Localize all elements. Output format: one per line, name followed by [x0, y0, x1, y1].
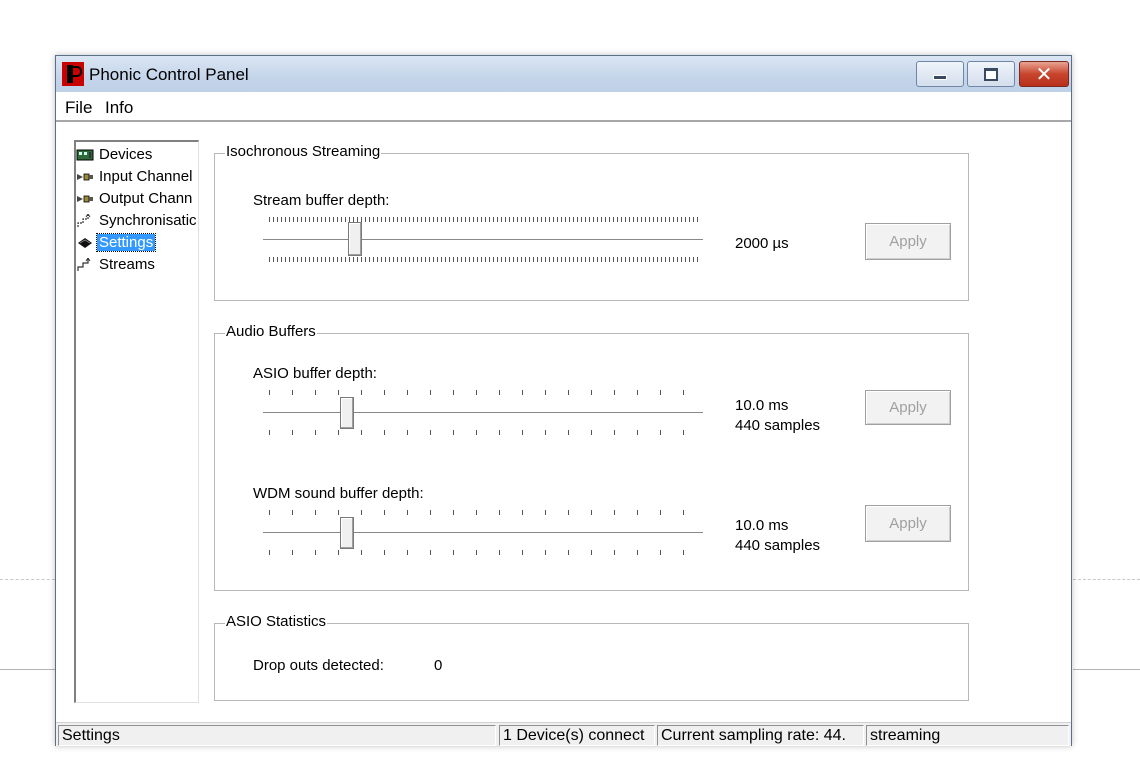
minimize-icon — [933, 74, 947, 80]
group-title: ASIO Statistics — [225, 613, 328, 630]
slider-track — [263, 412, 703, 414]
navigation-tree[interactable]: Devices Input Channel Output Chann Synch… — [74, 140, 199, 703]
close-icon: ✕ — [1035, 62, 1053, 86]
minimize-button[interactable] — [916, 61, 964, 87]
wdm-apply-button[interactable]: Apply — [865, 505, 951, 542]
tree-label: Output Chann — [99, 190, 193, 207]
status-sampling-rate: Current sampling rate: 44. — [657, 725, 864, 746]
slider-ticks-bottom — [269, 550, 699, 555]
maximize-button[interactable] — [967, 61, 1015, 87]
tree-label: Streams — [99, 256, 155, 273]
group-audio-buffers: Audio Buffers ASIO buffer depth: 10.0 ms… — [214, 323, 969, 591]
group-asio-statistics: ASIO Statistics Drop outs detected: 0 — [214, 613, 969, 701]
slider-track — [263, 532, 703, 534]
slider-ticks-bottom — [269, 257, 699, 262]
app-logo-icon[interactable] — [62, 62, 84, 86]
stream-buffer-slider[interactable] — [263, 217, 708, 263]
status-devices: 1 Device(s) connect — [499, 725, 655, 746]
streams-icon — [77, 258, 91, 271]
maximize-icon — [984, 67, 998, 81]
asio-buffer-samples: 440 samples — [735, 417, 821, 434]
stream-buffer-label: Stream buffer depth: — [253, 192, 390, 209]
slider-thumb[interactable] — [340, 397, 354, 429]
window-title: Phonic Control Panel — [89, 65, 249, 84]
tree-label: Settings — [95, 233, 157, 252]
dropouts-label: Drop outs detected: — [253, 657, 384, 674]
input-channels-icon — [77, 173, 93, 181]
wdm-buffer-label: WDM sound buffer depth: — [253, 485, 424, 502]
group-title: Isochronous Streaming — [225, 143, 382, 160]
slider-ticks-top — [269, 510, 699, 515]
status-state: streaming — [866, 725, 1069, 746]
stream-buffer-value: 2000 µs — [735, 235, 789, 252]
wdm-buffer-ms: 10.0 ms — [735, 517, 789, 534]
close-button[interactable]: ✕ — [1019, 61, 1069, 87]
tree-label: Synchronisatic — [99, 212, 197, 229]
status-section: Settings — [58, 725, 496, 746]
status-bar: Settings 1 Device(s) connect Current sam… — [56, 722, 1071, 746]
asio-apply-button[interactable]: Apply — [865, 390, 951, 425]
devices-icon — [76, 149, 94, 161]
slider-ticks-bottom — [269, 430, 699, 435]
menu-info[interactable]: Info — [105, 98, 133, 118]
slider-thumb[interactable] — [348, 222, 362, 256]
asio-buffer-label: ASIO buffer depth: — [253, 365, 377, 382]
slider-thumb[interactable] — [340, 517, 354, 549]
menu-file[interactable]: File — [65, 98, 92, 118]
tree-label: Devices — [99, 146, 153, 163]
title-bar[interactable]: Phonic Control Panel ✕ — [56, 56, 1071, 92]
background-dashed-line-left — [0, 579, 55, 580]
background-line-right — [1073, 669, 1140, 670]
wdm-buffer-samples: 440 samples — [735, 537, 821, 554]
group-title: Audio Buffers — [225, 323, 317, 340]
menu-bar: File Info — [56, 92, 1071, 122]
slider-ticks-top — [269, 217, 699, 222]
wdm-buffer-slider[interactable] — [263, 510, 708, 556]
synchronisation-icon — [77, 214, 91, 227]
dropouts-value: 0 — [434, 657, 443, 674]
slider-track — [263, 239, 703, 241]
asio-buffer-slider[interactable] — [263, 390, 708, 436]
asio-buffer-ms: 10.0 ms — [735, 397, 789, 414]
settings-icon — [78, 238, 92, 248]
tree-label: Input Channel — [99, 168, 193, 185]
output-channels-icon — [77, 195, 93, 203]
slider-ticks-top — [269, 390, 699, 395]
main-window: Phonic Control Panel ✕ File Info Devices — [55, 55, 1072, 746]
group-isochronous-streaming: Isochronous Streaming Stream buffer dept… — [214, 143, 969, 301]
iso-apply-button[interactable]: Apply — [865, 223, 951, 260]
background-line-left — [0, 669, 55, 670]
background-dashed-line-right — [1073, 579, 1140, 580]
